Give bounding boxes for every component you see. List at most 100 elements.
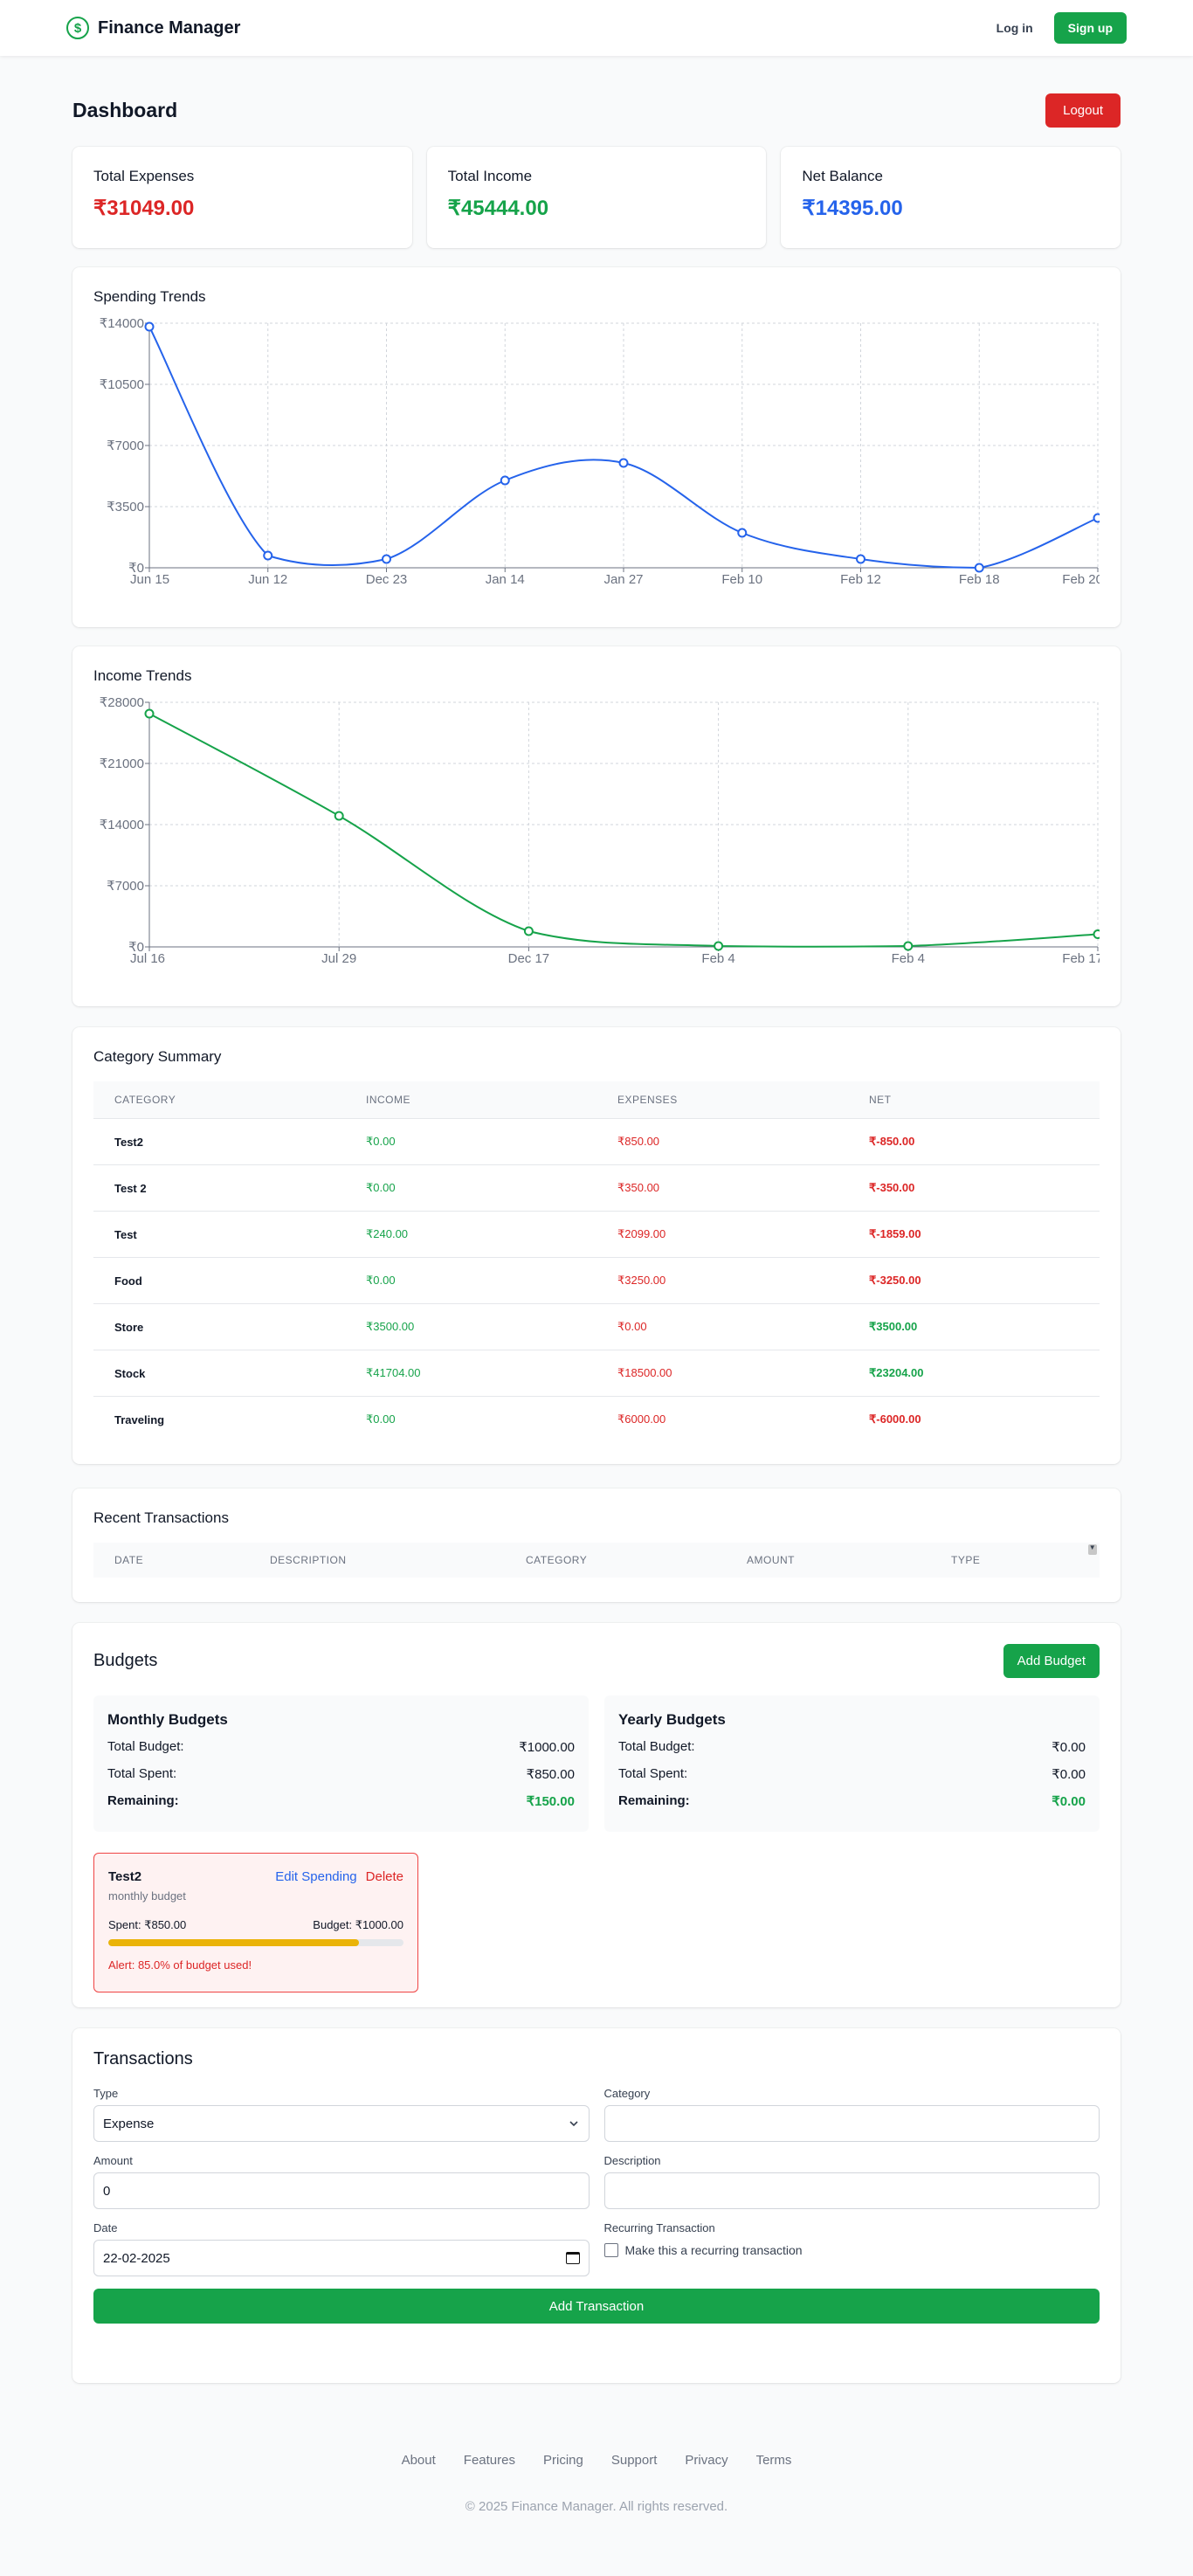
table-row: Test ₹240.00 ₹2099.00 ₹-1859.00 — [93, 1211, 1100, 1258]
budgets-header: Budgets Add Budget — [93, 1644, 1100, 1678]
section-title: Transactions — [93, 2049, 193, 2068]
net-cell: ₹3500.00 — [848, 1303, 1100, 1350]
y-tick-label: ₹7000 — [107, 879, 144, 894]
data-point — [334, 811, 344, 821]
category-cell: Food — [93, 1257, 345, 1304]
expenses-cell: ₹850.00 — [596, 1118, 848, 1165]
x-tick-label: Feb 20 — [1062, 572, 1100, 585]
summary-label: Total Income — [447, 168, 533, 184]
brand-name: Finance Manager — [98, 17, 241, 38]
yearly-budgets-summary: Yearly Budgets Total Budget: ₹0.00 Total … — [604, 1695, 1100, 1832]
footer-link-privacy[interactable]: Privacy — [685, 2453, 728, 2468]
expenses-cell: ₹18500.00 — [596, 1350, 848, 1397]
total-spent-line: Total Spent: ₹850.00 — [107, 1766, 575, 1782]
login-link[interactable]: Log in — [996, 21, 1033, 35]
x-tick-label: Dec 17 — [508, 951, 550, 964]
category-cell: Traveling — [93, 1396, 345, 1443]
footer-link-features[interactable]: Features — [464, 2453, 515, 2468]
scroll-down-icon[interactable]: ▼ — [1089, 1544, 1096, 1551]
budget-alert: Alert: 85.0% of budget used! — [108, 1958, 252, 1972]
recurring-checkbox[interactable] — [603, 2243, 618, 2257]
page-title: Dashboard — [72, 98, 178, 121]
income-cell: ₹0.00 — [345, 1118, 596, 1165]
budgets-card: Budgets Add Budget Monthly Budgets Total… — [72, 1623, 1121, 2007]
table-scrollbar[interactable]: ▲ ▼ — [1086, 1543, 1100, 1578]
delete-budget-button[interactable]: Delete — [366, 1869, 403, 1884]
budget-progress-fill — [108, 1939, 360, 1946]
signup-button[interactable]: Sign up — [1053, 12, 1127, 44]
y-tick-label: ₹3500 — [107, 500, 144, 515]
add-budget-button[interactable]: Add Budget — [1003, 1644, 1100, 1678]
budget-summary-row: Monthly Budgets Total Budget: ₹1000.00 To… — [93, 1695, 1100, 1832]
field-label: Description — [603, 2154, 661, 2167]
footer-link-support[interactable]: Support — [611, 2453, 658, 2468]
footer-links: About Features Pricing Support Privacy T… — [0, 2453, 1193, 2468]
type-select[interactable]: Expense — [93, 2105, 590, 2142]
summary-title: Monthly Budgets — [107, 1711, 228, 1728]
dollar-icon: $ — [66, 17, 89, 39]
description-field: Description — [603, 2154, 1100, 2209]
x-tick-label: Dec 23 — [366, 572, 408, 585]
monthly-budgets-summary: Monthly Budgets Total Budget: ₹1000.00 To… — [93, 1695, 589, 1832]
chart-title: Spending Trends — [93, 288, 206, 305]
amount-input[interactable]: 0 — [93, 2172, 590, 2209]
data-point — [1093, 513, 1100, 523]
footer: About Features Pricing Support Privacy T… — [0, 2453, 1193, 2514]
expenses-cell: ₹0.00 — [596, 1303, 848, 1350]
budget-actions: Edit Spending Delete — [275, 1869, 403, 1884]
category-table: CATEGORY INCOME EXPENSES NET Test2 ₹0.00 ₹… — [93, 1081, 1100, 1443]
category-table-body: Test2 ₹0.00 ₹850.00 ₹-850.00 Test 2 ₹0.00 ₹350… — [93, 1118, 1100, 1443]
type-field: Type Expense — [93, 2087, 590, 2142]
income-cell: ₹41704.00 — [345, 1350, 596, 1397]
logout-button[interactable]: Logout — [1045, 93, 1121, 128]
summary-label: Total Expenses — [93, 168, 195, 184]
footer-link-terms[interactable]: Terms — [756, 2453, 792, 2468]
calendar-icon[interactable] — [565, 2252, 580, 2264]
field-label: Date — [93, 2221, 118, 2234]
transactions-table-header: DATE DESCRIPTION CATEGORY AMOUNT TYPE ▲ … — [93, 1543, 1100, 1578]
x-tick-label: Feb 4 — [892, 951, 925, 964]
field-label: Recurring Transaction — [603, 2221, 715, 2234]
line-label: Total Spent: — [107, 1766, 177, 1781]
section-title: Category Summary — [93, 1048, 222, 1065]
budget-amount: Budget: ₹1000.00 — [313, 1918, 403, 1931]
income-cell: ₹3500.00 — [345, 1303, 596, 1350]
line-label: Remaining: — [618, 1793, 690, 1808]
net-cell: ₹23204.00 — [848, 1350, 1100, 1397]
x-tick-label: Jun 15 — [130, 572, 169, 585]
remaining-line: Remaining: ₹0.00 — [618, 1793, 1086, 1809]
footer-link-pricing[interactable]: Pricing — [543, 2453, 583, 2468]
table-row: Test2 ₹0.00 ₹850.00 ₹-850.00 — [93, 1118, 1100, 1165]
data-point — [500, 475, 510, 486]
date-input[interactable]: 22-02-2025 — [93, 2240, 590, 2276]
category-cell: Test — [93, 1211, 345, 1258]
budget-amounts: Spent: ₹850.00 Budget: ₹1000.00 — [108, 1918, 403, 1932]
line-label: Total Budget: — [618, 1739, 695, 1754]
dashboard-header: Dashboard Logout — [72, 91, 1121, 129]
total-spent-line: Total Spent: ₹0.00 — [618, 1766, 1086, 1782]
expenses-cell: ₹6000.00 — [596, 1396, 848, 1443]
chevron-down-icon — [569, 2121, 578, 2127]
edit-spending-button[interactable]: Edit Spending — [275, 1869, 356, 1884]
recurring-checkbox-row[interactable]: Make this a recurring transaction — [603, 2243, 1100, 2257]
footer-link-about[interactable]: About — [402, 2453, 436, 2468]
data-point — [144, 708, 155, 719]
nav-actions: Log in Sign up — [996, 12, 1127, 44]
line-value: ₹150.00 — [526, 1794, 575, 1809]
column-header: DATE — [114, 1554, 144, 1566]
add-transaction-button[interactable]: Add Transaction — [93, 2289, 1100, 2324]
table-row: Food ₹0.00 ₹3250.00 ₹-3250.00 — [93, 1257, 1100, 1304]
transaction-form: Type Expense Category Amount 0 Descripti… — [93, 2087, 1100, 2289]
brand[interactable]: $ Finance Manager — [66, 17, 240, 39]
budget-period: monthly budget — [108, 1889, 186, 1903]
description-input[interactable] — [603, 2172, 1100, 2209]
category-input[interactable] — [603, 2105, 1100, 2142]
select-value: Expense — [103, 2116, 155, 2131]
net-balance-value: ₹14395.00 — [802, 197, 903, 220]
y-tick-label: ₹21000 — [100, 756, 144, 771]
data-point — [523, 926, 534, 936]
data-point — [856, 554, 865, 564]
navbar: $ Finance Manager Log in Sign up — [0, 0, 1193, 56]
income-cell: ₹240.00 — [345, 1211, 596, 1258]
table-row: Test 2 ₹0.00 ₹350.00 ₹-350.00 — [93, 1164, 1100, 1212]
